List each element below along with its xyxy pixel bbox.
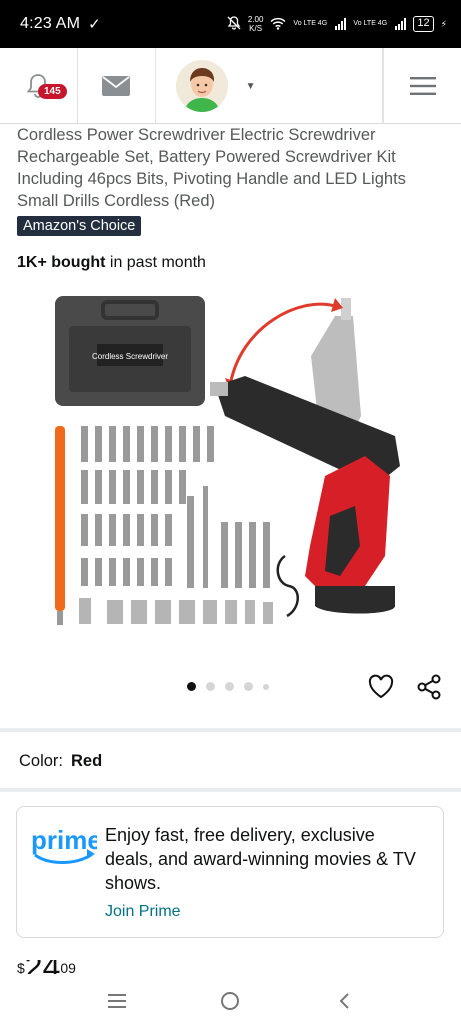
carousel-dot[interactable] bbox=[187, 682, 196, 691]
section-divider bbox=[0, 788, 461, 792]
heart-icon[interactable] bbox=[368, 674, 394, 700]
signal-bars-1-icon bbox=[335, 18, 347, 30]
mute-icon bbox=[227, 16, 241, 32]
system-nav-bar bbox=[0, 978, 461, 1024]
prime-logo-icon: prime bbox=[31, 823, 102, 869]
bought-count: 1K+ bought bbox=[17, 254, 106, 271]
section-divider bbox=[0, 728, 461, 732]
back-chevron-icon bbox=[339, 993, 349, 1009]
price: $2409 bbox=[17, 960, 76, 974]
image-carousel-dots[interactable] bbox=[187, 682, 269, 691]
amazons-choice-badge: Amazon's Choice bbox=[17, 216, 142, 236]
carousel-dot[interactable] bbox=[206, 682, 215, 691]
carousel-dot[interactable] bbox=[244, 682, 253, 691]
status-bar: 4:23 AM ✓ 2.00 K/S Vo LTE 4G Vo LTE 4G 1… bbox=[0, 0, 461, 48]
prime-promo-card: prime Enjoy fast, free delivery, exclusi… bbox=[16, 806, 444, 938]
price-symbol: $ bbox=[17, 960, 25, 974]
product-title[interactable]: Cordless Power Screwdriver Electric Scre… bbox=[17, 124, 447, 212]
net-speed: 2.00 K/S bbox=[248, 15, 264, 33]
menu-button[interactable] bbox=[383, 48, 461, 124]
share-icon[interactable] bbox=[416, 674, 442, 700]
messages-button[interactable] bbox=[78, 48, 156, 124]
case-label: Cordless Screwdriver bbox=[92, 352, 168, 361]
carousel-dot[interactable] bbox=[225, 682, 234, 691]
carousel-dot[interactable] bbox=[263, 683, 269, 690]
prime-description: Enjoy fast, free delivery, exclusive dea… bbox=[105, 825, 416, 893]
product-image[interactable]: Cordless Screwdriver bbox=[45, 286, 415, 636]
battery-icon: 12 bbox=[413, 16, 434, 32]
app-header: 145 ▼ bbox=[0, 48, 461, 124]
status-icons: 2.00 K/S Vo LTE 4G Vo LTE 4G 12 ⚡ bbox=[227, 15, 447, 33]
wifi-icon bbox=[270, 17, 286, 32]
net-speed-value: 2.00 bbox=[247, 15, 264, 24]
net-speed-unit: K/S bbox=[249, 24, 263, 33]
hamburger-menu-icon bbox=[409, 77, 436, 95]
color-label: Color: bbox=[19, 752, 64, 770]
bought-suffix: in past month bbox=[105, 254, 206, 271]
status-time: 4:23 AM bbox=[20, 15, 81, 32]
recent-apps-button[interactable] bbox=[102, 986, 132, 1016]
recent-apps-icon bbox=[107, 994, 126, 1008]
price-whole: 24 bbox=[25, 960, 61, 974]
price-fraction: 09 bbox=[60, 960, 76, 974]
signal-bars-2-icon bbox=[395, 18, 407, 30]
chevron-down-icon: ▼ bbox=[245, 80, 256, 92]
notifications-button[interactable]: 145 bbox=[0, 48, 78, 124]
mail-icon bbox=[102, 76, 131, 96]
sim1-label: Vo LTE 4G bbox=[293, 20, 328, 27]
avatar bbox=[175, 60, 228, 112]
charging-icon: ⚡ bbox=[440, 18, 447, 29]
color-selection[interactable]: Color: Red bbox=[19, 752, 102, 771]
profile-button[interactable]: ▼ bbox=[156, 48, 384, 124]
join-prime-link[interactable]: Join Prime bbox=[105, 903, 181, 921]
notification-count-badge: 145 bbox=[38, 84, 67, 99]
back-button[interactable] bbox=[329, 986, 359, 1016]
bought-in-past-month: 1K+ bought in past month bbox=[17, 254, 206, 272]
color-value: Red bbox=[71, 752, 103, 770]
home-circle-icon bbox=[221, 992, 240, 1010]
sim2-label: Vo LTE 4G bbox=[353, 20, 388, 27]
checkmark-icon: ✓ bbox=[88, 16, 101, 33]
home-button[interactable] bbox=[215, 986, 245, 1016]
